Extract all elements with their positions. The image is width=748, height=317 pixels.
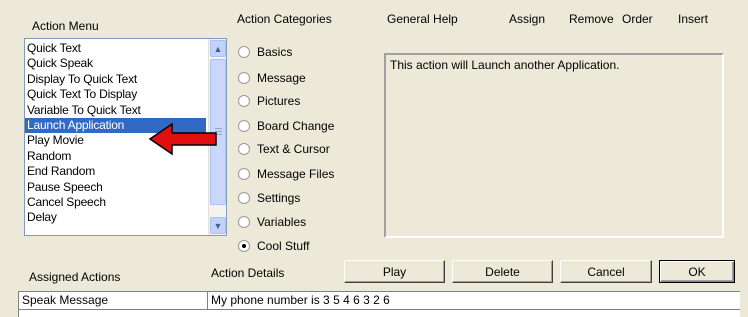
chevron-up-icon: ▲ [213, 43, 223, 54]
general-help-link[interactable]: General Help [387, 12, 458, 26]
help-text: This action will Launch another Applicat… [390, 58, 620, 72]
radio-button[interactable] [238, 72, 250, 84]
action-menu-item[interactable]: Cancel Speech [25, 195, 206, 210]
category-radio-option[interactable]: Text & Cursor [238, 141, 330, 157]
category-radio-option[interactable]: Basics [238, 44, 292, 60]
category-label: Text & Cursor [257, 142, 330, 156]
action-menu-item[interactable]: Delay [25, 210, 206, 225]
category-radio-option[interactable]: Message Files [238, 166, 334, 182]
category-radio-option[interactable]: Settings [238, 190, 300, 206]
assigned-actions-header: Assigned Actions [29, 270, 121, 284]
assigned-action-cell[interactable]: Speak Message [19, 292, 207, 309]
red-arrow-icon [148, 122, 217, 156]
radio-button[interactable] [238, 120, 250, 132]
radio-button[interactable] [238, 240, 250, 252]
action-menu-item[interactable]: Display To Quick Text [25, 72, 206, 87]
action-menu-item[interactable]: Pause Speech [25, 180, 206, 195]
action-menu-header: Action Menu [32, 19, 99, 33]
category-radio-option[interactable]: Message [238, 70, 306, 86]
general-help-box: This action will Launch another Applicat… [384, 53, 724, 238]
scroll-up-button[interactable]: ▲ [210, 40, 226, 57]
action-menu-item[interactable]: Quick Text To Display [25, 87, 206, 102]
chevron-down-icon: ▼ [213, 220, 223, 231]
action-menu-item[interactable]: Variable To Quick Text [25, 103, 206, 118]
category-label: Pictures [257, 94, 301, 108]
category-radio-option[interactable]: Cool Stuff [238, 238, 309, 254]
category-radio-option[interactable]: Variables [238, 214, 306, 230]
action-categories-header: Action Categories [237, 12, 332, 26]
scroll-down-button[interactable]: ▼ [210, 217, 226, 234]
ok-button[interactable]: OK [659, 260, 735, 283]
radio-button[interactable] [238, 46, 250, 58]
assign-link[interactable]: Assign [509, 12, 545, 26]
action-details-header: Action Details [211, 266, 285, 280]
radio-button[interactable] [238, 95, 250, 107]
play-button[interactable]: Play [344, 260, 445, 283]
category-label: Variables [257, 215, 307, 229]
radio-button[interactable] [238, 192, 250, 204]
category-label: Message [257, 71, 306, 85]
radio-button[interactable] [238, 168, 250, 180]
category-label: Basics [257, 45, 293, 59]
category-radio-option[interactable]: Board Change [238, 118, 334, 134]
delete-button[interactable]: Delete [452, 260, 553, 283]
radio-button[interactable] [238, 216, 250, 228]
order-link[interactable]: Order [622, 12, 653, 26]
category-label: Settings [257, 191, 301, 205]
category-label: Message Files [257, 167, 335, 181]
action-menu-item[interactable]: Quick Speak [25, 56, 206, 71]
insert-link[interactable]: Insert [678, 12, 708, 26]
radio-button[interactable] [238, 143, 250, 155]
action-menu-item[interactable]: End Random [25, 164, 206, 179]
assigned-actions-table[interactable]: Speak Message My phone number is 3 5 4 6… [18, 291, 740, 317]
cancel-button[interactable]: Cancel [560, 260, 652, 283]
category-label: Board Change [257, 119, 335, 133]
category-label: Cool Stuff [257, 239, 310, 253]
remove-link[interactable]: Remove [569, 12, 614, 26]
action-menu-item[interactable]: Quick Text [25, 41, 206, 56]
category-radio-option[interactable]: Pictures [238, 93, 300, 109]
action-details-cell[interactable]: My phone number is 3 5 4 6 3 2 6 [208, 292, 390, 309]
